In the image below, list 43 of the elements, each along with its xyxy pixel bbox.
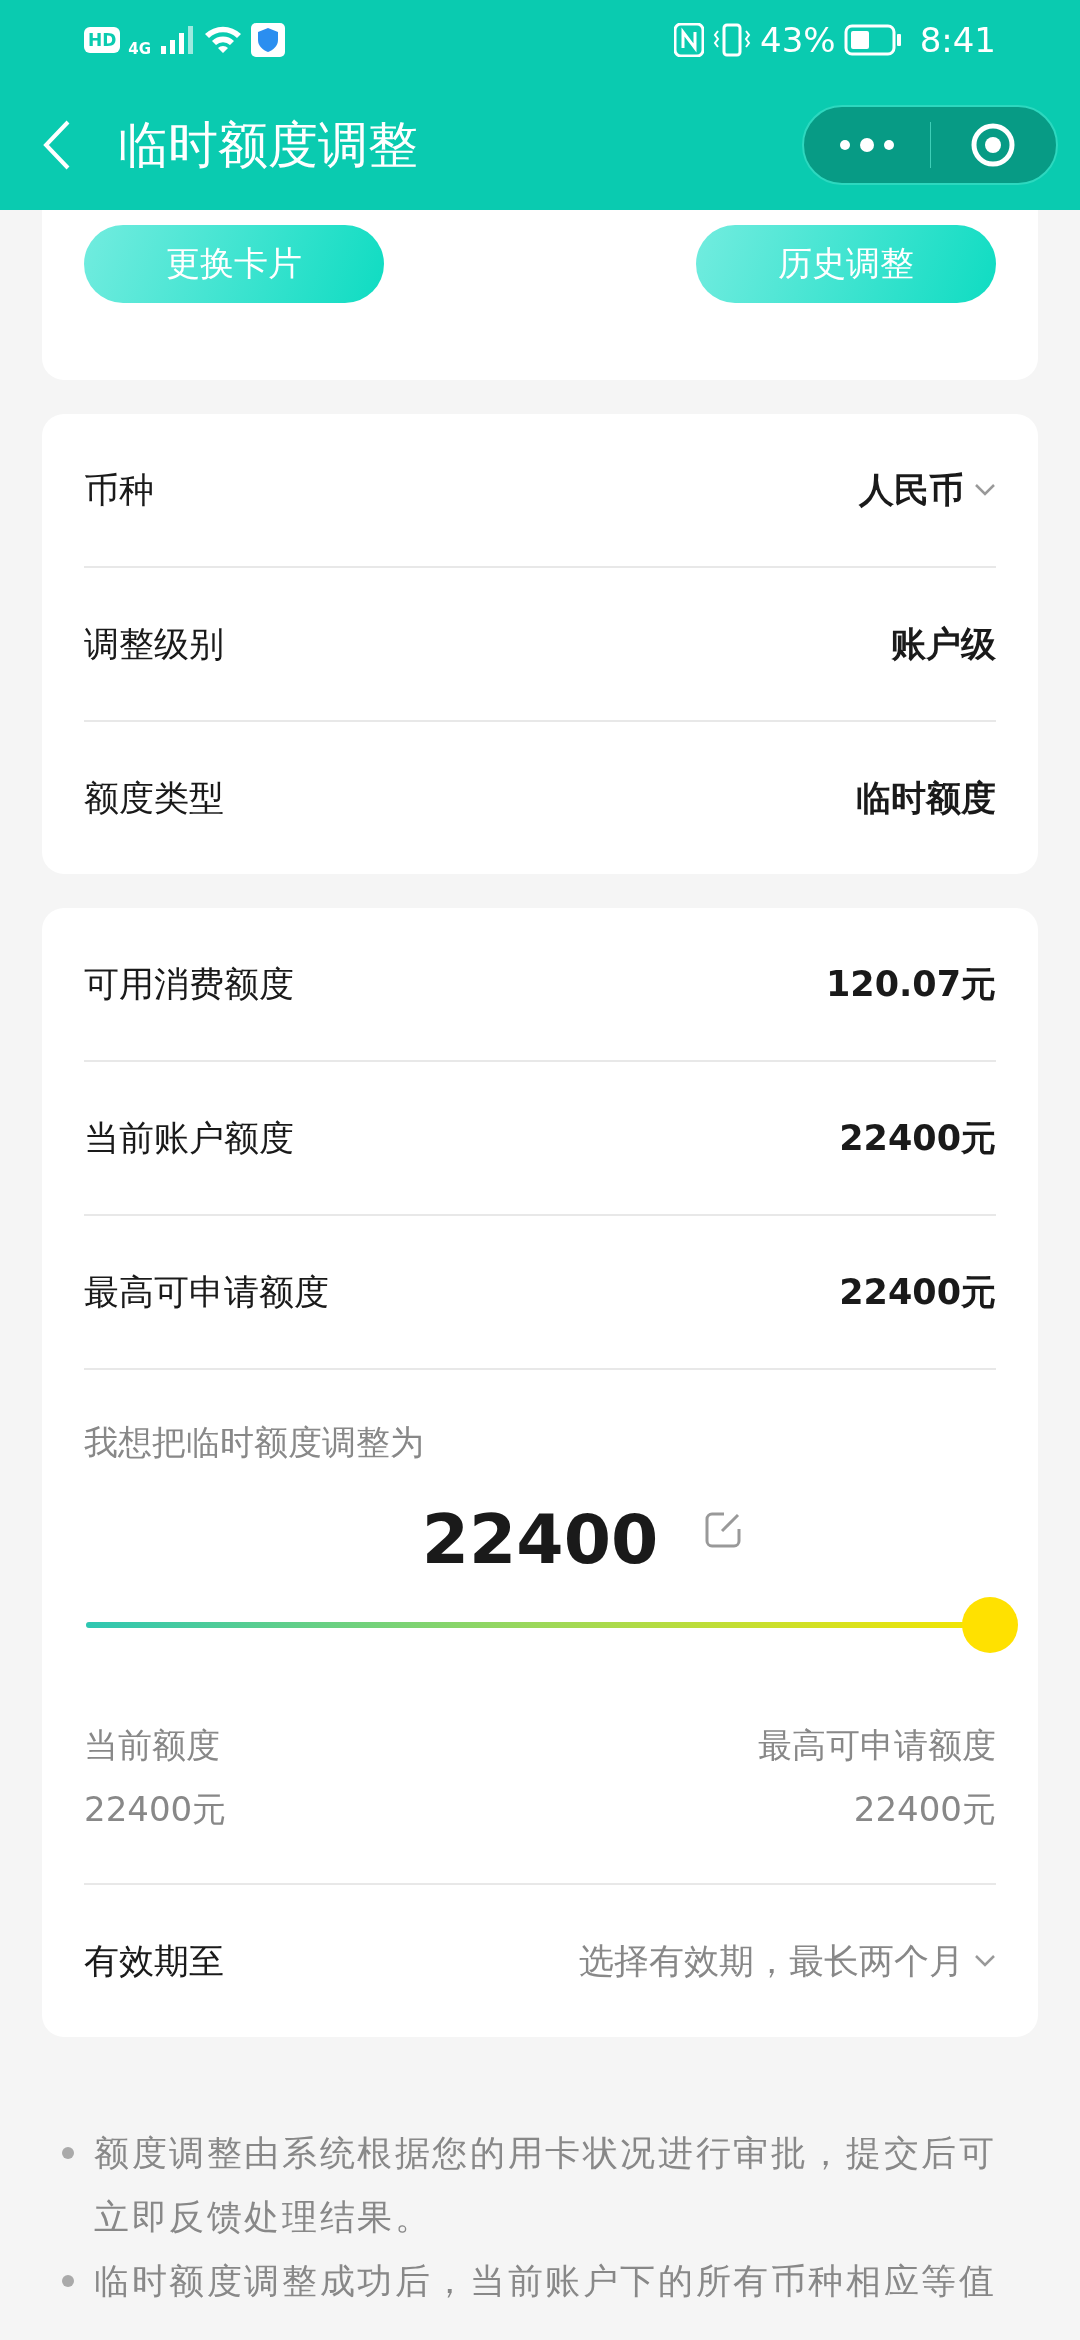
note-text: 额度调整由系统根据您的用卡状况进行审批，提交后可立即反馈处理结果。 — [94, 2132, 998, 2239]
signal-icon — [159, 24, 196, 56]
field-label: 有效期至 — [84, 1939, 224, 1983]
field-value: 22400元 — [839, 1116, 996, 1160]
note-text: 临时额度调整成功后，当前账户下的所有币种相应等值 — [94, 2260, 998, 2303]
slider-thumb[interactable] — [962, 1597, 1018, 1653]
range-label: 最高可申请额度 — [758, 1724, 996, 1767]
chevron-down-icon — [974, 483, 996, 497]
vibrate-icon — [712, 23, 753, 57]
field-value: 22400元 — [839, 1270, 996, 1314]
field-label: 当前账户额度 — [84, 1116, 294, 1160]
field-label: 币种 — [84, 468, 154, 512]
battery-percent: 43% — [760, 20, 836, 60]
range-label: 当前额度 — [84, 1724, 221, 1767]
field-value: 临时额度 — [856, 776, 996, 820]
range-value: 22400元 — [84, 1788, 227, 1831]
field-label: 额度类型 — [84, 776, 224, 820]
more-icon — [838, 137, 895, 153]
nfc-icon — [674, 23, 705, 57]
bullet-icon — [62, 2147, 74, 2159]
back-icon[interactable] — [42, 119, 72, 171]
field-value: 120.07元 — [825, 962, 996, 1006]
target-icon — [970, 122, 1017, 168]
field-value: 账户级 — [891, 622, 996, 666]
field-label: 最高可申请额度 — [84, 1270, 329, 1314]
network-type: 4G — [128, 40, 152, 58]
hd-badge: HD — [84, 27, 121, 53]
range-value: 22400元 — [853, 1788, 996, 1831]
adjust-prompt: 我想把临时额度调整为 — [84, 1421, 425, 1464]
amount-value: 22400 — [421, 1499, 659, 1579]
picker-placeholder[interactable]: 选择有效期，最长两个月 — [579, 1937, 964, 1985]
chevron-down-icon — [974, 1954, 996, 1968]
field-label: 调整级别 — [84, 622, 224, 666]
battery-icon — [843, 24, 902, 56]
amount-slider[interactable] — [86, 1597, 1018, 1653]
field-label: 可用消费额度 — [84, 962, 294, 1006]
page-title: 临时额度调整 — [118, 114, 419, 176]
wifi-icon — [203, 24, 244, 56]
shield-icon — [251, 23, 286, 57]
edit-icon[interactable] — [704, 1511, 742, 1549]
bullet-icon — [62, 2275, 74, 2287]
field-value[interactable]: 人民币 — [859, 466, 964, 514]
clock-time: 8:41 — [919, 20, 996, 60]
